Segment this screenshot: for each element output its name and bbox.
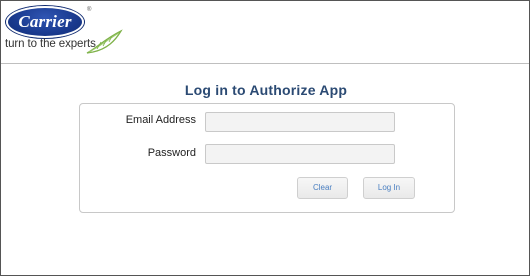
email-field[interactable] (205, 112, 395, 132)
password-label: Password (147, 147, 196, 159)
registered-mark: ® (87, 7, 92, 13)
carrier-logo: Carrier (6, 6, 84, 38)
password-field[interactable] (205, 144, 395, 164)
clear-button[interactable]: Clear (297, 177, 348, 199)
brand-tagline: turn to the experts (5, 38, 96, 50)
header-bar: Carrier ® turn to the experts (1, 1, 529, 64)
page-title: Log in to Authorize App (184, 82, 348, 98)
logo-wordmark: Carrier (18, 12, 72, 31)
leaf-icon (86, 29, 123, 54)
log-in-button[interactable]: Log In (363, 177, 415, 199)
login-form-panel: Email Address Password Clear Log In (79, 103, 455, 213)
email-label: Email Address (125, 114, 196, 126)
login-window: Carrier ® turn to the experts Log in to … (0, 0, 530, 276)
